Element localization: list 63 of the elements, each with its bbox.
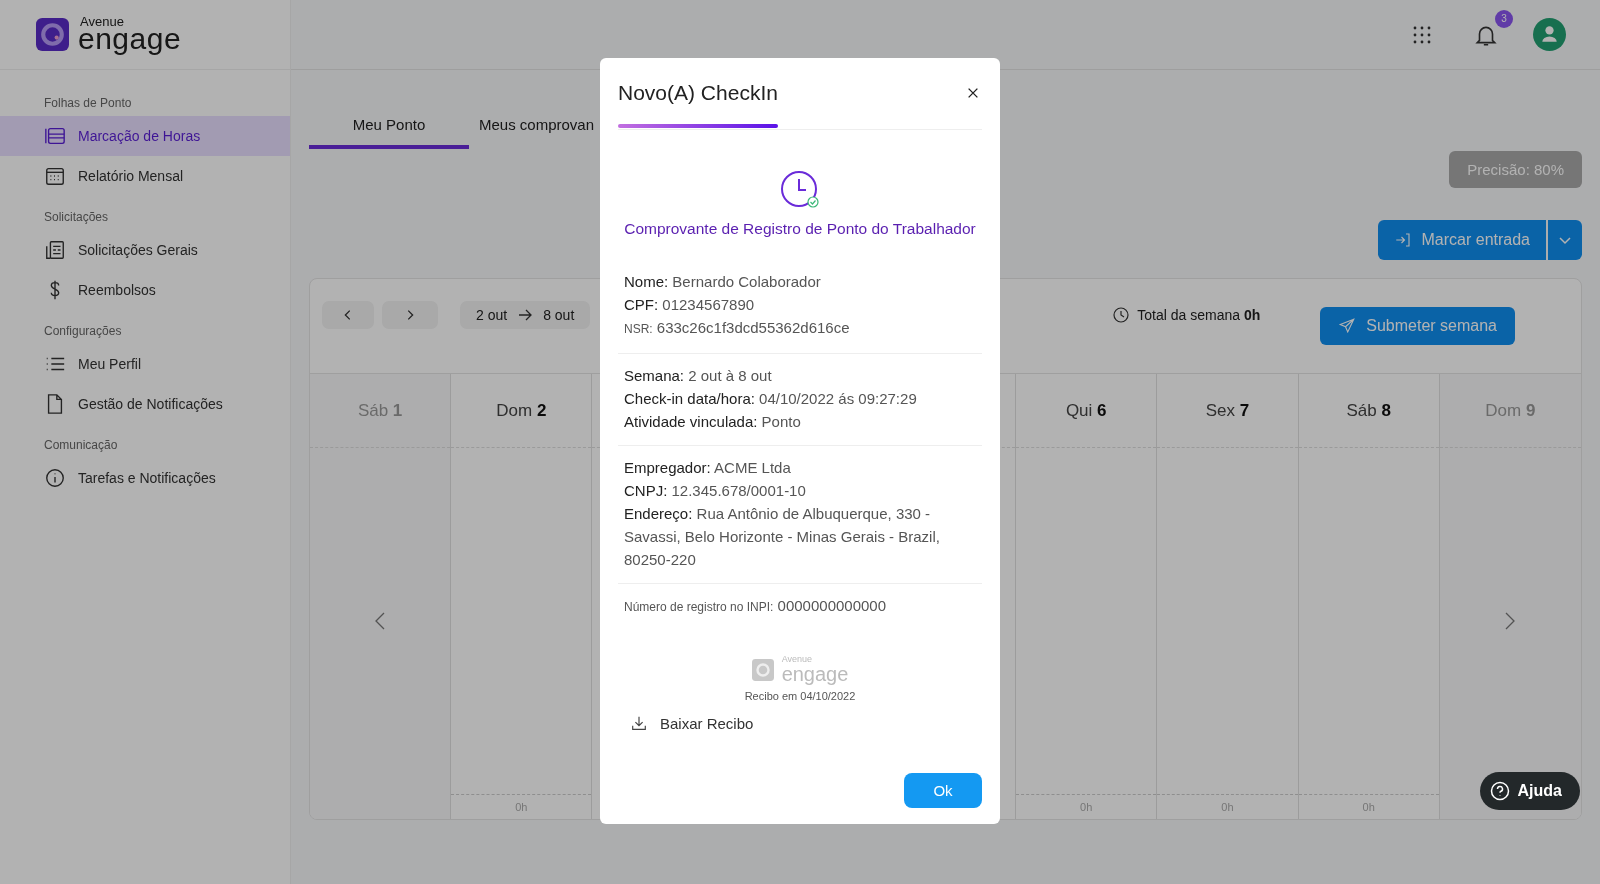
arrow-right-icon [517,307,534,323]
receipt-field: CPF: 01234567890 [624,293,976,316]
sidebar-item[interactable]: Tarefas e Notificações [0,458,290,498]
dropdown-button[interactable] [1548,220,1582,260]
chevron-left-icon[interactable] [374,611,387,631]
clock-check-icon [780,170,820,210]
sidebar-item[interactable]: Relatório Mensal [0,156,290,196]
receipt-field: Endereço: Rua Antônio de Albuquerque, 330 - Savassi, Belo Horizonte - Minas Gerais - Brazil, 80250-220 [624,502,976,571]
sidebar-item[interactable]: Gestão de Notificações [0,384,290,424]
day-label: Sáb 8 [1346,400,1391,421]
notification-badge: 3 [1495,9,1513,28]
section-title: Folhas de Ponto [43,96,133,112]
day-label: Dom 2 [496,400,547,421]
receipt-field: Nome: Bernardo Colaborador [624,270,976,293]
chevron-right-icon[interactable] [1504,611,1517,631]
info-icon [44,467,66,489]
receipt-field: CNPJ: 12.345.678/0001-10 [624,479,976,502]
send-icon [1338,317,1357,335]
list-icon [44,125,66,147]
sidebar-item[interactable]: Marcação de Horas [0,116,290,156]
help-icon [1489,781,1510,801]
receipt-date: Recibo em 04/10/2022 [743,690,857,702]
brand-subtitle: Avenue [781,655,813,664]
range-start: 2 out [476,307,508,323]
sidebar-item[interactable]: Solicitações Gerais [0,230,290,270]
section-title: Comunicação [43,438,119,454]
day-hours: 0h [1080,801,1093,813]
range-end: 8 out [543,307,575,323]
receipt-field: Atividade vinculada: Ponto [624,410,976,433]
apps-grid-icon[interactable] [1413,25,1431,44]
document-icon [44,239,66,261]
week-total: Total da semana 0h [1137,307,1261,323]
calendar-icon [44,165,66,187]
receipt-field: NSR: 633c26c1f3dcd55362d616ce [624,316,976,341]
sidebar-item[interactable]: Reembolsos [0,270,290,310]
receipt-heading: Comprovante de Registro de Ponto do Trabalhador [623,220,977,238]
day-hours: 0h [1362,801,1375,813]
clock-icon [1113,307,1130,323]
receipt-field: Check-in data/hora: 04/10/2022 ás 09:27:29 [624,387,976,410]
receipt-field: Semana: 2 out à 8 out [624,364,976,387]
tab[interactable]: Meu Ponto [309,106,469,149]
login-icon [1393,231,1412,249]
logo-icon [751,658,774,681]
avatar-icon[interactable] [1533,18,1566,51]
day-hours: 0h [515,801,528,813]
day-label: Sex 7 [1205,400,1250,421]
close-icon[interactable] [966,86,980,100]
section-title: Configurações [43,324,123,340]
receipt-field: Número de registro no INPI: 0000000000000 [624,594,976,619]
brand-name: engage [781,664,849,684]
download-receipt-link[interactable]: Baixar Recibo [630,714,754,732]
dialog-title: Novo(A) CheckIn [618,81,778,105]
logo-icon [36,18,69,51]
tab[interactable]: Meus comprovan [469,106,595,149]
day-label: Dom 9 [1485,400,1536,421]
day-label: Sáb 1 [357,400,403,421]
download-icon [630,714,648,732]
sidebar-item[interactable]: Meu Perfil [0,344,290,384]
help-button[interactable]: Ajuda [1479,772,1580,810]
section-title: Solicitações [43,210,110,226]
brand-subtitle: Avenue [80,15,125,28]
receipt-field: Empregador: ACME Ltda [624,456,976,479]
day-label: Qui 6 [1065,400,1107,421]
